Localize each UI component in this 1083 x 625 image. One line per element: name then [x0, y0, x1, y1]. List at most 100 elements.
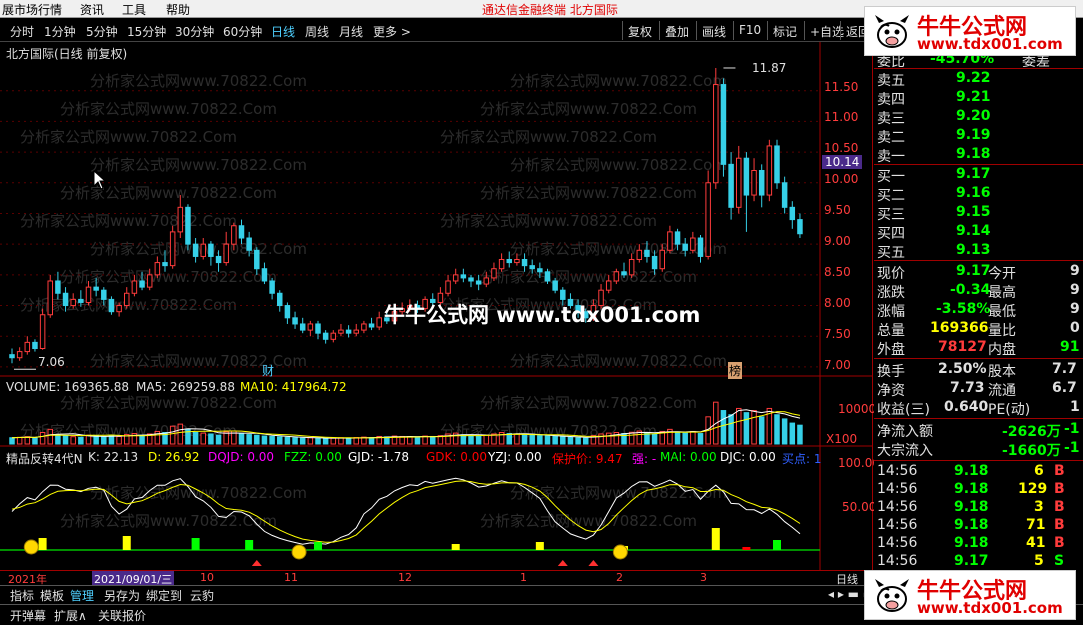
indicator-tabs: 指标 模板 管理 另存为 绑定到 云豹 ◂ ▸ ▬ ▭	[0, 585, 874, 604]
low-price-label: 7.06	[38, 355, 65, 369]
period-tab-more[interactable]: 更多 >	[373, 23, 411, 40]
menu-help[interactable]: 帮助	[166, 1, 190, 18]
finance-marker[interactable]: 财	[262, 362, 274, 379]
price-tick: 11.50	[824, 80, 859, 94]
menu-market[interactable]: 展市场行情	[2, 1, 62, 18]
candle-body	[277, 292, 283, 307]
indicator-legend-12: 买点: 1	[782, 452, 822, 466]
flow-value: -1	[1064, 440, 1080, 456]
volume-bar	[506, 433, 512, 445]
quote-label: 内盘	[988, 342, 1016, 358]
volume-bar	[537, 435, 543, 445]
bid-label: 买三	[877, 207, 905, 223]
fund-value: 0.640	[944, 399, 989, 415]
candle-body	[70, 298, 76, 307]
fund-label: 收益(三)	[877, 402, 930, 418]
period-tab-weekly[interactable]: 周线	[305, 23, 329, 40]
tick-time: 14:56	[877, 499, 918, 515]
price-tick: 10.00	[824, 172, 859, 186]
candle-body	[39, 314, 46, 350]
period-tab-60min[interactable]: 60分钟	[223, 23, 262, 40]
tick-row: 14:56 9.18 6 B	[874, 462, 1083, 481]
tab-manage[interactable]: 管理	[70, 587, 94, 604]
candle-body	[445, 280, 451, 294]
adjust-button[interactable]: 复权	[622, 21, 657, 40]
ask-row: 卖五 9.22	[874, 69, 1083, 89]
quote-value: 0	[1070, 320, 1080, 336]
fund-row: 换手 2.50% 股本 7.7	[874, 360, 1083, 380]
candle-body	[200, 243, 206, 257]
date-label: 12	[398, 571, 412, 584]
ask-label: 卖三	[877, 111, 905, 127]
buy-marker-icon	[251, 560, 262, 566]
menu-tools[interactable]: 工具	[122, 1, 146, 18]
draw-button[interactable]: 画线	[696, 21, 731, 40]
period-tab-daily[interactable]: 日线	[271, 23, 295, 40]
period-tab-monthly[interactable]: 月线	[339, 23, 363, 40]
tab-indicator[interactable]: 指标	[10, 587, 34, 604]
candle-body	[713, 84, 719, 184]
quote-row: 涨跌 -0.34 最高 9	[874, 281, 1083, 301]
candle-body	[101, 289, 107, 300]
tab-save-as[interactable]: 另存为	[104, 587, 140, 604]
tab-template[interactable]: 模板	[40, 587, 64, 604]
volume-bar	[774, 414, 780, 445]
period-tab-5min[interactable]: 5分钟	[86, 23, 118, 40]
mark-button[interactable]: 标记	[767, 21, 802, 40]
tab-cloud[interactable]: 云豹	[190, 587, 214, 604]
volume-bar	[567, 436, 574, 445]
volume-bar	[9, 437, 15, 445]
bid-row: 买三 9.15	[874, 203, 1083, 223]
candle-body	[644, 249, 650, 257]
volume-bar	[544, 435, 551, 445]
period-tab-1min[interactable]: 1分钟	[44, 23, 76, 40]
f10-button[interactable]: F10	[733, 21, 766, 40]
indicator-d-line	[11, 480, 801, 543]
quote-row: 外盘 78127 内盘 91	[874, 338, 1083, 358]
expand-toggle[interactable]: 扩展∧	[54, 607, 87, 624]
candle-body	[93, 286, 99, 291]
signal-bar	[314, 542, 322, 550]
quote-value: 169366	[930, 320, 989, 336]
period-tab-timeshare[interactable]: 分时	[10, 23, 34, 40]
volume-bar	[475, 435, 482, 445]
candle-body	[621, 271, 627, 276]
volume-bar	[789, 422, 796, 445]
fund-label: 股本	[988, 364, 1016, 380]
volume-bar	[299, 437, 306, 445]
flow-value: -1	[1064, 421, 1080, 437]
related-quotes[interactable]: 关联报价	[98, 607, 146, 624]
volume-bar	[47, 428, 53, 445]
price-tick: 10.50	[824, 141, 859, 155]
candle-body	[55, 280, 61, 294]
rank-marker[interactable]: 榜	[728, 362, 743, 379]
candle-body	[16, 351, 23, 359]
tab-bind-to[interactable]: 绑定到	[146, 587, 182, 604]
menu-news[interactable]: 资讯	[80, 1, 104, 18]
bid-label: 买四	[877, 226, 905, 242]
candle-body	[47, 280, 53, 316]
volume-bar	[269, 435, 275, 445]
price-tick: 7.50	[824, 327, 851, 341]
volume-bar	[169, 425, 176, 445]
indicator-legend-5: GJD: -1.78	[348, 450, 409, 464]
period-tab-15min[interactable]: 15分钟	[127, 23, 166, 40]
period-tab-30min[interactable]: 30分钟	[175, 23, 214, 40]
quote-label: 最低	[988, 304, 1016, 320]
candle-body	[475, 280, 482, 285]
volume-bar	[139, 434, 145, 445]
overlay-button[interactable]: 叠加	[659, 21, 694, 40]
signal-bar	[773, 540, 781, 550]
volume-bar	[16, 436, 23, 445]
bid-price: 9.13	[956, 242, 991, 258]
indicator-legend-2: D: 26.92	[148, 450, 200, 464]
tick-volume: 129	[1018, 481, 1048, 497]
volume-bar	[32, 437, 38, 445]
candle-body	[789, 206, 796, 221]
barrage-toggle[interactable]: 开弹幕	[10, 607, 46, 624]
volume-bar	[284, 436, 291, 445]
candle-body	[116, 305, 122, 313]
ask-label: 卖二	[877, 130, 905, 146]
candle-body	[284, 305, 291, 319]
fund-label: 换手	[877, 364, 905, 380]
